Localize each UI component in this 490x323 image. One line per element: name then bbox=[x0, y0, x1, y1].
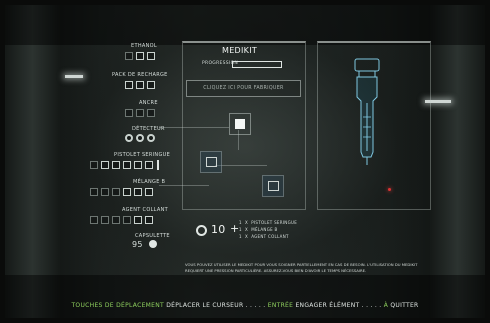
slot-agent-1[interactable] bbox=[90, 216, 98, 224]
floor-shadow bbox=[5, 275, 485, 318]
connector-line bbox=[159, 127, 229, 128]
recipe-node-syringe bbox=[200, 151, 222, 173]
hint-enter-action: ENGAGER ÉLÉMENT . . . . . bbox=[295, 302, 382, 309]
hint-enter-key: ENTRÉE bbox=[267, 302, 294, 309]
selection-cursor bbox=[157, 160, 159, 170]
slot-agent-5[interactable] bbox=[134, 216, 142, 224]
slot-recharge-1[interactable] bbox=[125, 81, 133, 89]
crafting-title: MEDIKIT bbox=[222, 46, 258, 55]
connector-line bbox=[215, 165, 267, 166]
slot-detecteur-2[interactable] bbox=[136, 134, 144, 142]
inventory-label-ancre: ANCRE bbox=[139, 100, 158, 106]
craft-button[interactable]: CLIQUEZ ICI POUR FABRIQUER bbox=[186, 80, 301, 97]
slot-ancre-3[interactable] bbox=[147, 109, 155, 117]
control-hints: TOUCHES DE DÉPLACEMENT DÉPLACER LE CURSE… bbox=[5, 302, 485, 309]
inventory-label-recharge: PACK DE RECHARGE bbox=[112, 72, 168, 78]
slot-detecteur-3[interactable] bbox=[147, 134, 155, 142]
slot-melange-2[interactable] bbox=[101, 188, 109, 196]
slot-ancre-2[interactable] bbox=[136, 109, 144, 117]
slot-agent-4[interactable] bbox=[123, 216, 131, 224]
hint-move-key: TOUCHES DE DÉPLACEMENT bbox=[71, 302, 164, 309]
inventory-label-agent: AGENT COLLANT bbox=[122, 207, 168, 213]
slot-ancre-1[interactable] bbox=[125, 109, 133, 117]
slot-ethanol-3[interactable] bbox=[147, 52, 155, 60]
slot-melange-6[interactable] bbox=[145, 188, 153, 196]
slot-ethanol-2[interactable] bbox=[136, 52, 144, 60]
ceiling-shadow bbox=[5, 5, 485, 45]
medikit-icon bbox=[235, 119, 245, 129]
recipe-item: 1 X AGENT COLLANT bbox=[239, 234, 289, 239]
recipe-node-main bbox=[229, 113, 251, 135]
slot-syringe-3[interactable] bbox=[112, 161, 120, 169]
craft-button-label: CLIQUEZ ICI POUR FABRIQUER bbox=[203, 86, 284, 91]
capsule-cost: 10 bbox=[211, 223, 226, 236]
corridor-wall-left bbox=[5, 5, 60, 318]
recipe-item: 1 X MÉLANGE B bbox=[239, 227, 278, 232]
corridor-wall-right bbox=[430, 5, 485, 318]
slot-melange-3[interactable] bbox=[112, 188, 120, 196]
progress-bar bbox=[232, 61, 282, 68]
inventory-label-syringe: PISTOLET SERINGUE bbox=[114, 152, 171, 158]
connector-line bbox=[159, 185, 209, 186]
game-scene: ETHANOL PACK DE RECHARGE ANCRE DÉTECTEUR… bbox=[5, 5, 485, 318]
slot-ethanol-1[interactable] bbox=[125, 52, 133, 60]
slot-recharge-2[interactable] bbox=[136, 81, 144, 89]
slot-recharge-3[interactable] bbox=[147, 81, 155, 89]
slot-syringe-2[interactable] bbox=[101, 161, 109, 169]
recipe-item: 1 X PISTOLET SERINGUE bbox=[239, 220, 298, 225]
recipe-node-agent bbox=[262, 175, 284, 197]
hint-quit-action: QUITTER bbox=[390, 302, 419, 309]
capsule-count: 95 bbox=[132, 240, 143, 249]
inventory-label-capsules: CAPSULETTE bbox=[135, 233, 170, 239]
slot-syringe-1[interactable] bbox=[90, 161, 98, 169]
item-description: VOUS POUVEZ UTILISER LE MEDIKIT POUR VOU… bbox=[185, 262, 418, 273]
slot-syringe-4[interactable] bbox=[123, 161, 131, 169]
inventory-label-ethanol: ETHANOL bbox=[131, 43, 157, 49]
slot-melange-5[interactable] bbox=[134, 188, 142, 196]
slot-agent-6[interactable] bbox=[145, 216, 153, 224]
slot-detecteur-1[interactable] bbox=[125, 134, 133, 142]
slot-melange-4[interactable] bbox=[123, 188, 131, 196]
ceiling-lamp bbox=[65, 75, 83, 78]
capsule-cost-icon bbox=[196, 225, 207, 236]
syringe-icon bbox=[206, 157, 217, 167]
slot-agent-2[interactable] bbox=[101, 216, 109, 224]
capsule-icon bbox=[149, 240, 157, 248]
hint-quit-key: À bbox=[383, 302, 389, 309]
slot-melange-1[interactable] bbox=[90, 188, 98, 196]
medikit-syringe-model bbox=[354, 58, 380, 165]
slot-agent-3[interactable] bbox=[112, 216, 120, 224]
hint-move-action: DÉPLACER LE CURSEUR . . . . . bbox=[166, 302, 266, 309]
slot-syringe-5[interactable] bbox=[134, 161, 142, 169]
agent-icon bbox=[268, 181, 279, 191]
slot-syringe-6[interactable] bbox=[145, 161, 153, 169]
